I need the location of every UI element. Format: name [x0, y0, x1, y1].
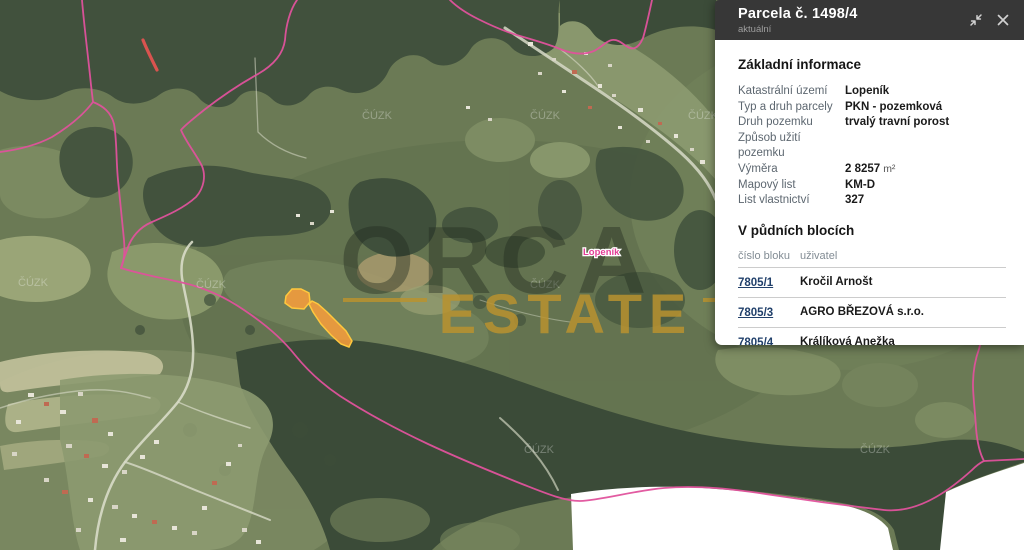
- svg-text:ČÚZK: ČÚZK: [362, 109, 393, 122]
- soil-block-user: AGRO BŘEZOVÁ s.r.o.: [800, 306, 924, 318]
- info-value: Lopeník: [845, 84, 889, 100]
- column-header-user: uživatel: [800, 250, 837, 262]
- info-row: Druh pozemku trvalý travní porost: [738, 115, 1006, 131]
- area-unit: m²: [883, 162, 895, 178]
- column-header-block: číslo bloku: [738, 250, 800, 262]
- soil-block-link[interactable]: 7805/3: [738, 307, 773, 319]
- info-value: KM-D: [845, 178, 875, 194]
- info-value: trvalý travní porost: [845, 115, 949, 131]
- panel-header: Parcela č. 1498/4 aktuální: [715, 0, 1024, 40]
- info-value: 2 8257: [845, 162, 880, 178]
- info-value: 327: [845, 193, 864, 209]
- basic-info-heading: Základní informace: [738, 57, 1006, 72]
- collapse-panel-button[interactable]: [968, 12, 984, 28]
- panel-body: Základní informace Katastrální území Lop…: [715, 40, 1024, 345]
- table-row: 7805/1 Kročil Arnošt: [738, 268, 1006, 298]
- svg-text:ČÚZK: ČÚZK: [18, 276, 49, 289]
- parcel-info-panel: Parcela č. 1498/4 aktuální Základní info…: [715, 0, 1024, 345]
- info-label: Způsob užití pozemku: [738, 131, 845, 162]
- info-row: List vlastnictví 327: [738, 193, 1006, 209]
- info-label: List vlastnictví: [738, 193, 845, 209]
- info-label: Druh pozemku: [738, 115, 845, 131]
- table-row: 7805/4 Králíková Anežka: [738, 328, 1006, 345]
- brand-watermark-secondary: ESTATE: [439, 282, 694, 345]
- soil-block-user: Králíková Anežka: [800, 336, 895, 345]
- collapse-arrows-icon: [968, 12, 984, 28]
- info-label: Mapový list: [738, 178, 845, 194]
- info-label: Výměra: [738, 162, 845, 178]
- soil-blocks-heading: V půdních blocích: [738, 223, 1006, 238]
- info-value: PKN - pozemková: [845, 100, 942, 116]
- svg-text:ČÚZK: ČÚZK: [530, 109, 561, 122]
- info-row: Typ a druh parcely PKN - pozemková: [738, 100, 1006, 116]
- highlighted-parcel[interactable]: [285, 289, 310, 309]
- info-row: Mapový list KM-D: [738, 178, 1006, 194]
- svg-text:ČÚZK: ČÚZK: [196, 278, 227, 291]
- info-row: Způsob užití pozemku: [738, 131, 1006, 162]
- cadastral-map-app: ČÚZK ČÚZK ČÚZK ČÚZK ČÚZK ČÚZK ČÚZK ČÚZK …: [0, 0, 1024, 550]
- svg-text:ČÚZK: ČÚZK: [860, 443, 891, 456]
- close-icon: [995, 12, 1011, 28]
- table-row: 7805/3 AGRO BŘEZOVÁ s.r.o.: [738, 298, 1006, 328]
- soil-block-link[interactable]: 7805/4: [738, 337, 773, 345]
- place-label: Lopeník: [583, 247, 620, 258]
- soil-block-link[interactable]: 7805/1: [738, 277, 773, 289]
- info-label: Typ a druh parcely: [738, 100, 845, 116]
- close-panel-button[interactable]: [995, 12, 1011, 28]
- svg-text:ČÚZK: ČÚZK: [524, 443, 555, 456]
- soil-blocks-table-header: číslo bloku uživatel: [738, 250, 1006, 268]
- info-row: Výměra 2 8257 m²: [738, 162, 1006, 178]
- info-label: Katastrální území: [738, 84, 845, 100]
- brand-watermark-rule-left: [343, 298, 427, 302]
- info-row: Katastrální území Lopeník: [738, 84, 1006, 100]
- soil-block-user: Kročil Arnošt: [800, 276, 872, 288]
